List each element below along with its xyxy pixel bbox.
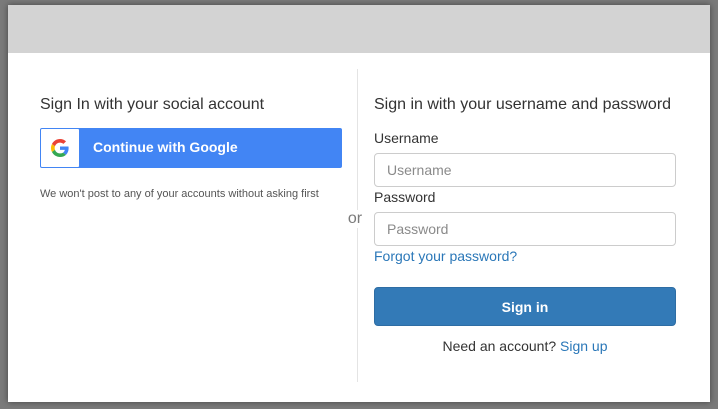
privacy-note: We won't post to any of your accounts wi…: [40, 188, 319, 200]
header-banner: [8, 5, 710, 53]
continue-with-google-button[interactable]: Continue with Google: [40, 128, 342, 168]
password-input[interactable]: [374, 212, 676, 246]
username-input[interactable]: [374, 153, 676, 187]
signup-prompt: Need an account?: [442, 338, 557, 354]
sign-up-link[interactable]: Sign up: [560, 338, 607, 354]
password-label: Password: [374, 189, 436, 205]
google-button-label: Continue with Google: [93, 139, 238, 155]
sign-in-button[interactable]: Sign in: [374, 287, 676, 326]
forgot-password-link[interactable]: Forgot your password?: [374, 248, 517, 264]
credentials-title: Sign in with your username and password: [374, 96, 672, 113]
google-logo-icon: [41, 129, 79, 167]
or-separator: or: [344, 210, 366, 228]
username-label: Username: [374, 130, 439, 146]
signup-row: Need an account? Sign up: [374, 338, 676, 354]
login-modal: Sign In with your social account Continu…: [8, 5, 710, 402]
social-login-title: Sign In with your social account: [40, 96, 265, 113]
